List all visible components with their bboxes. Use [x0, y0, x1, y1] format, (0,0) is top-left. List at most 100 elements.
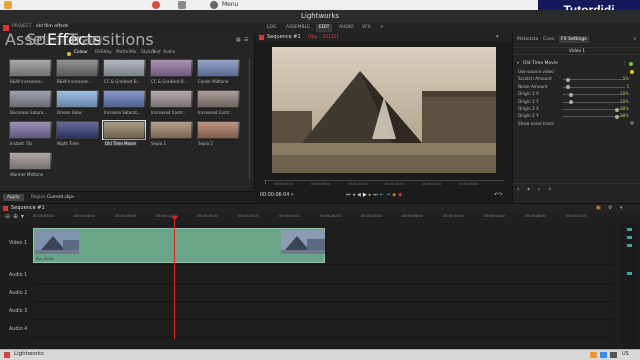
os-menu-label[interactable]: Menu [222, 0, 238, 10]
track-lane[interactable] [33, 285, 613, 302]
keyframe-controls[interactable]: ◂◆▸⊕ [517, 186, 559, 191]
chevron-down-icon[interactable]: ▾ [72, 195, 74, 200]
preset-tile[interactable] [9, 121, 52, 140]
preset-tile[interactable] [9, 90, 52, 109]
track-label[interactable]: Audio 1 [9, 273, 27, 278]
param-toggle[interactable] [630, 121, 634, 126]
tab-audio[interactable]: AUDIO [336, 24, 357, 32]
timeline-tick-label: 00:00:32:00 [361, 214, 382, 218]
undo-redo-icon[interactable]: ↶↷ [494, 192, 502, 198]
track-label[interactable]: Audio 4 [9, 327, 27, 332]
collapse-icon[interactable]: ▾ [517, 61, 519, 66]
preset-tile[interactable] [197, 121, 240, 140]
param-label: Scratch Amount [518, 76, 552, 82]
zoom-out-icon[interactable]: ⊖ [5, 213, 10, 220]
param-value[interactable]: 10% [607, 99, 629, 104]
taskbar-app-label[interactable]: Lightworks [14, 351, 44, 357]
tab-assemble[interactable]: ASSEMBLE [283, 24, 313, 32]
param-value[interactable]: 5% [607, 76, 629, 81]
tab-fx-settings[interactable]: FX Settings [559, 36, 589, 43]
filter-key[interactable]: Key [104, 50, 112, 55]
list-view-icon[interactable]: ☰ [244, 37, 248, 43]
chrome-icon[interactable] [152, 1, 160, 9]
tray-icon[interactable] [600, 352, 607, 358]
preset-tile[interactable] [56, 121, 99, 140]
close-icon[interactable]: × [633, 37, 637, 42]
preset-tile[interactable] [56, 59, 99, 78]
clip-label: flip_0019 [36, 256, 54, 261]
files-icon[interactable] [4, 1, 12, 9]
preset-tile[interactable] [150, 90, 193, 109]
preset-label: Increased Contr... [151, 110, 187, 115]
slider-knob[interactable] [568, 100, 573, 105]
tab-vfx[interactable]: VFX [359, 24, 374, 32]
param-value[interactable]: 90% [607, 106, 629, 111]
region-select[interactable]: Current clip [47, 195, 72, 200]
preset-tile[interactable] [9, 59, 52, 78]
track-label[interactable]: Video 1 [9, 241, 27, 246]
timeline-playhead[interactable] [174, 217, 175, 339]
filter-audio[interactable]: Audio [163, 50, 175, 55]
video-clip[interactable]: flip_0019 [33, 228, 325, 263]
chevron-down-icon[interactable]: ▾ [291, 193, 293, 198]
overwrite-icon[interactable]: ◉ [398, 192, 404, 198]
category-filters: Colour DVE Key Matte Mix Stylize Text Audio [74, 50, 254, 57]
tray-icon[interactable] [590, 352, 597, 358]
track-label[interactable]: Audio 3 [9, 309, 27, 314]
preset-label: Old Time Movie [104, 141, 137, 146]
zoom-in-icon[interactable]: ⊕ [13, 213, 18, 220]
chevron-down-icon[interactable]: ▾ [66, 24, 68, 29]
menu-icon[interactable] [210, 1, 218, 9]
subtab-video-1[interactable]: Video 1 [569, 49, 585, 54]
slider-knob[interactable] [565, 85, 570, 90]
tab-cues[interactable]: Cues [543, 37, 554, 42]
apply-button[interactable]: Apply [3, 194, 24, 201]
video-frame[interactable] [272, 47, 496, 173]
preset-tile[interactable] [103, 59, 146, 78]
filter-matte[interactable]: Matte [116, 50, 128, 55]
param-value[interactable]: 10% [607, 91, 629, 96]
preset-tile[interactable] [56, 90, 99, 109]
slider-knob[interactable] [568, 92, 573, 97]
viewer-menu-icon[interactable]: ▾ [496, 33, 499, 42]
filter-colour[interactable]: Colour [74, 50, 88, 55]
enable-toggle-icon[interactable] [629, 62, 633, 66]
project-name[interactable]: old film effect [36, 24, 67, 29]
preset-tile[interactable] [9, 152, 52, 171]
tab-metadata[interactable]: Metadata [517, 37, 538, 42]
timeline-options-icon[interactable]: ▾ [21, 213, 24, 220]
window-icon[interactable] [178, 1, 186, 9]
param-value[interactable]: 90% [607, 113, 629, 118]
viewer-timecode[interactable]: 00:00:06:04 [260, 193, 289, 198]
lightworks-taskbar-icon[interactable] [4, 352, 10, 358]
param-value[interactable]: 5 [607, 84, 629, 89]
locale-indicator[interactable]: US [622, 351, 629, 357]
param-label: Noise Amount [518, 83, 548, 89]
slider-knob[interactable] [565, 77, 570, 82]
preset-tile[interactable] [150, 121, 193, 140]
timeline-ruler[interactable]: 00:00:00:00 00:00:04:00 00:00:08:00 00:00:1… [33, 212, 613, 223]
track-label[interactable]: Audio 2 [9, 291, 27, 296]
preset-tile[interactable] [103, 90, 146, 109]
filter-mix[interactable]: Mix [129, 50, 136, 55]
filter-text[interactable]: Text [152, 50, 161, 55]
filter-dve[interactable]: DVE [95, 50, 104, 55]
preset-tile[interactable] [197, 59, 240, 78]
preset-label: Sepia 2 [198, 141, 213, 146]
track-lane[interactable] [33, 267, 613, 284]
preset-tile[interactable] [150, 59, 193, 78]
scrollbar[interactable] [248, 59, 251, 179]
tray-icon[interactable] [610, 352, 617, 358]
grid-view-icon[interactable]: ▦ [236, 37, 241, 43]
preset-tile[interactable] [102, 120, 146, 140]
tab-edit[interactable]: EDIT [316, 24, 333, 32]
track-lane[interactable] [33, 321, 613, 338]
track-lane[interactable] [33, 303, 613, 320]
param-toggle[interactable] [630, 69, 634, 74]
timeline-tick-label: 00:00:44:00 [484, 214, 505, 218]
tab-log[interactable]: LOG [264, 24, 279, 32]
preset-tile[interactable] [197, 90, 240, 109]
add-tab-button[interactable]: + [377, 24, 387, 32]
more-icon[interactable]: ⋮ [622, 61, 627, 66]
tab-transitions[interactable]: Transitions [66, 32, 156, 48]
